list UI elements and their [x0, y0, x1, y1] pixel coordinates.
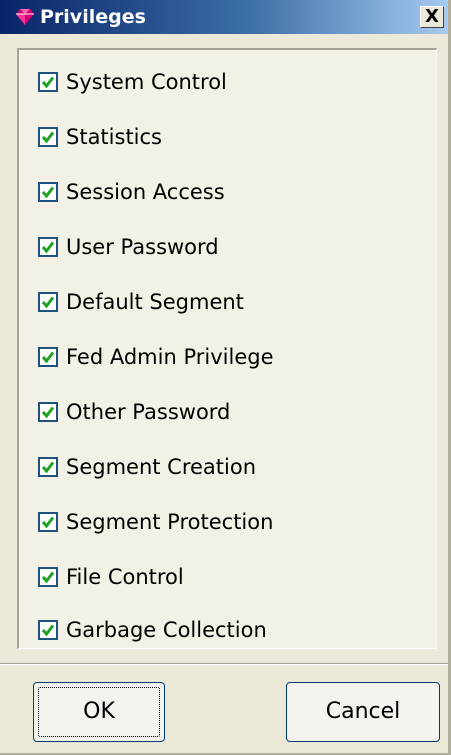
close-icon: X — [425, 6, 439, 27]
checkbox[interactable] — [38, 347, 58, 367]
title-bar[interactable]: Privileges X — [0, 0, 448, 34]
privilege-item[interactable]: Fed Admin Privilege — [38, 343, 418, 373]
ok-button[interactable]: OK — [33, 682, 165, 742]
privilege-label: Garbage Collection — [66, 618, 267, 642]
privilege-item[interactable]: File Control — [38, 563, 418, 593]
privilege-item[interactable]: Segment Protection — [38, 508, 418, 538]
ok-button-label: OK — [83, 699, 115, 724]
privileges-dialog: Privileges X System Control Statistics S… — [0, 0, 451, 755]
gem-icon — [14, 7, 36, 27]
privilege-label: Default Segment — [66, 290, 244, 314]
checkbox[interactable] — [38, 512, 58, 532]
privilege-label: Statistics — [66, 125, 162, 149]
checkbox[interactable] — [38, 457, 58, 477]
checkbox[interactable] — [38, 292, 58, 312]
checkbox[interactable] — [38, 72, 58, 92]
window-title: Privileges — [40, 6, 146, 28]
privilege-item[interactable]: System Control — [38, 68, 418, 98]
privilege-label: Segment Protection — [66, 510, 274, 534]
close-button[interactable]: X — [420, 6, 444, 28]
checkbox[interactable] — [38, 127, 58, 147]
privilege-item[interactable]: Segment Creation — [38, 453, 418, 483]
privilege-label: System Control — [66, 70, 227, 94]
privilege-label: Fed Admin Privilege — [66, 345, 274, 369]
privilege-label: Segment Creation — [66, 455, 257, 479]
privilege-label: User Password — [66, 235, 219, 259]
checkbox[interactable] — [38, 237, 58, 257]
privilege-item[interactable]: Session Access — [38, 178, 418, 208]
privilege-item[interactable]: User Password — [38, 233, 418, 263]
checkbox[interactable] — [38, 567, 58, 587]
privilege-label: File Control — [66, 565, 184, 589]
privilege-item[interactable]: Statistics — [38, 123, 418, 153]
privilege-item[interactable]: Garbage Collection — [38, 616, 418, 646]
cancel-button-label: Cancel — [325, 699, 401, 724]
checkbox[interactable] — [38, 182, 58, 202]
checkbox[interactable] — [38, 402, 58, 422]
privilege-label: Session Access — [66, 180, 225, 204]
cancel-button[interactable]: Cancel — [286, 682, 440, 742]
checkbox[interactable] — [38, 620, 58, 640]
privilege-item[interactable]: Default Segment — [38, 288, 418, 318]
privilege-item[interactable]: Other Password — [38, 398, 418, 428]
privilege-label: Other Password — [66, 400, 231, 424]
divider — [0, 663, 448, 665]
privileges-list: System Control Statistics Session Access… — [17, 48, 437, 649]
